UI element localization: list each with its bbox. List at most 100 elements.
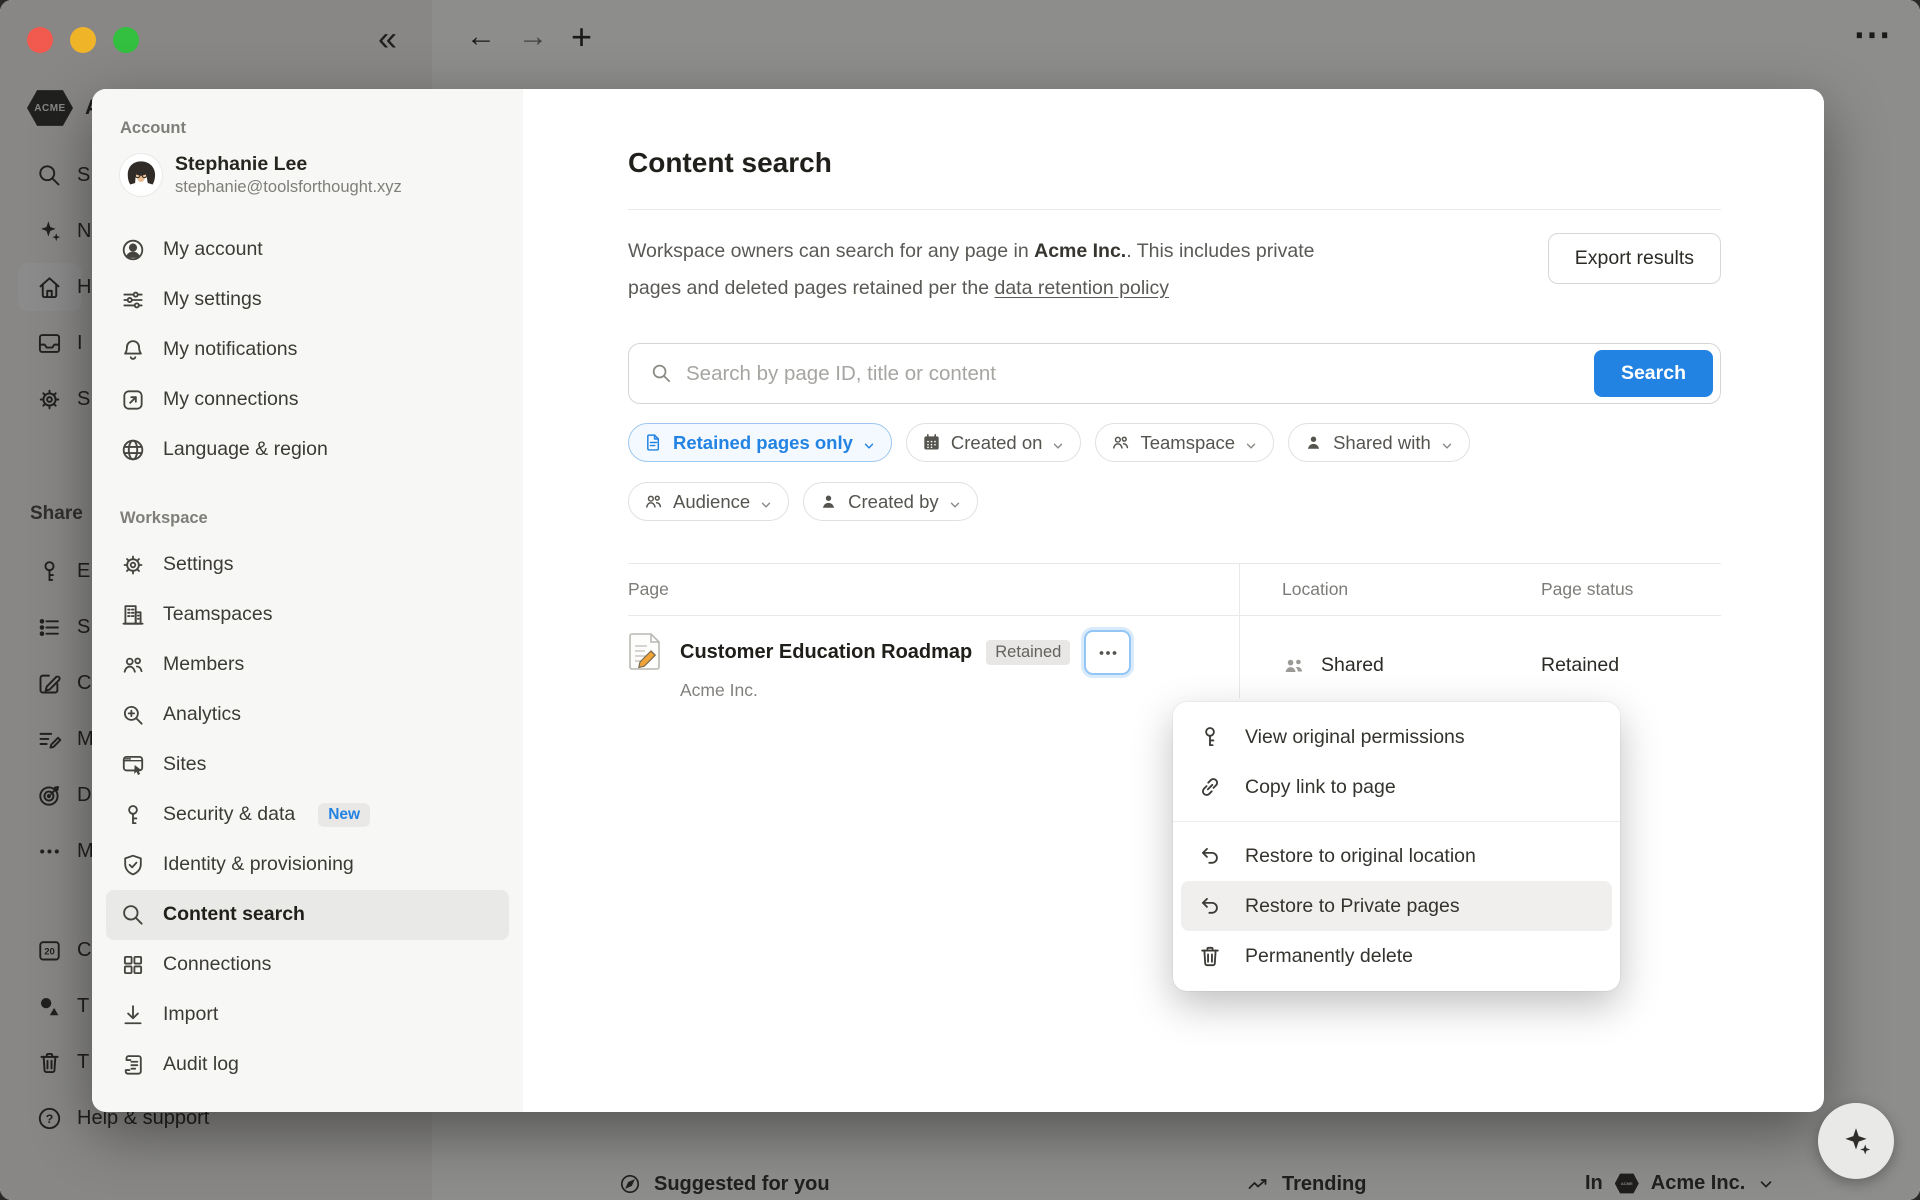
nav-item-sites[interactable]: Sites bbox=[106, 740, 509, 790]
user-email: stephanie@toolsforthought.xyz bbox=[175, 176, 402, 198]
nav-item-connections[interactable]: Connections bbox=[106, 940, 509, 990]
nav-item-security-data[interactable]: Security & data New bbox=[106, 790, 509, 840]
nav-item-my-account[interactable]: My account bbox=[106, 225, 509, 275]
nav-item-import[interactable]: Import bbox=[106, 990, 509, 1040]
globe-icon bbox=[120, 437, 146, 463]
chevron-down-icon bbox=[1244, 436, 1258, 450]
nav-item-label: Language & region bbox=[163, 438, 328, 461]
page-row-title: Customer Education Roadmap bbox=[680, 641, 972, 664]
chevron-down-icon bbox=[862, 436, 876, 450]
nav-item-label: Teamspaces bbox=[163, 603, 272, 626]
chevron-down-icon bbox=[1051, 436, 1065, 450]
grid-4-icon bbox=[120, 952, 146, 978]
undo-icon bbox=[1197, 843, 1223, 869]
nav-item-content-search[interactable]: Content search bbox=[106, 890, 509, 940]
nav-item-settings[interactable]: Settings bbox=[106, 540, 509, 590]
nav-item-label: Content search bbox=[163, 903, 305, 926]
zoom-window-button[interactable] bbox=[113, 27, 139, 53]
scroll-icon bbox=[120, 1052, 146, 1078]
menu-item-label: Permanently delete bbox=[1245, 945, 1413, 968]
ai-fab-button[interactable] bbox=[1818, 1103, 1894, 1179]
retained-badge: Retained bbox=[986, 640, 1070, 665]
results-table: Page Location Page status Customer Educa… bbox=[628, 563, 1721, 715]
menu-separator bbox=[1173, 821, 1620, 822]
page-title: Content search bbox=[628, 147, 1721, 179]
menu-item-view-original-permissions[interactable]: View original permissions bbox=[1181, 712, 1612, 762]
filter-chip-teamspace[interactable]: Teamspace bbox=[1095, 423, 1274, 462]
filter-chip-label: Retained pages only bbox=[673, 432, 853, 454]
location-value: Shared bbox=[1321, 654, 1384, 677]
nav-item-my-notifications[interactable]: My notifications bbox=[106, 325, 509, 375]
dots-horizontal-icon bbox=[1096, 641, 1120, 665]
nav-item-audit-log[interactable]: Audit log bbox=[106, 1040, 509, 1090]
gear-icon bbox=[120, 552, 146, 578]
arrow-up-right-box-icon bbox=[120, 387, 146, 413]
user-name: Stephanie Lee bbox=[175, 152, 402, 176]
column-location: Location bbox=[1239, 579, 1529, 600]
menu-item-label: Restore to Private pages bbox=[1245, 895, 1460, 918]
nav-item-label: Members bbox=[163, 653, 244, 676]
menu-item-restore-private-pages[interactable]: Restore to Private pages bbox=[1181, 881, 1612, 931]
menu-item-restore-original-location[interactable]: Restore to original location bbox=[1181, 831, 1612, 881]
filter-chip-retained-pages-only[interactable]: Retained pages only bbox=[628, 423, 892, 462]
status-value: Retained bbox=[1529, 654, 1721, 677]
nav-item-label: Import bbox=[163, 1003, 218, 1026]
filter-chip-created-by[interactable]: Created by bbox=[803, 482, 978, 521]
description-text: Workspace owners can search for any page… bbox=[628, 233, 1338, 307]
nav-item-my-connections[interactable]: My connections bbox=[106, 375, 509, 425]
search-button[interactable]: Search bbox=[1594, 350, 1713, 397]
building-icon bbox=[120, 602, 146, 628]
bell-icon bbox=[120, 337, 146, 363]
nav-item-language-region[interactable]: Language & region bbox=[106, 425, 509, 475]
nav-item-teamspaces[interactable]: Teamspaces bbox=[106, 590, 509, 640]
nav-item-my-settings[interactable]: My settings bbox=[106, 275, 509, 325]
filter-chip-audience[interactable]: Audience bbox=[628, 482, 789, 521]
menu-item-copy-link-to-page[interactable]: Copy link to page bbox=[1181, 762, 1612, 812]
filter-chip-label: Audience bbox=[673, 491, 750, 513]
sliders-icon bbox=[120, 287, 146, 313]
filter-chips-row-2: Audience Created by bbox=[628, 482, 1721, 521]
table-row[interactable]: Customer Education Roadmap Retained Acme… bbox=[628, 616, 1721, 715]
link-icon bbox=[1197, 774, 1223, 800]
minimize-window-button[interactable] bbox=[70, 27, 96, 53]
nav-item-label: Audit log bbox=[163, 1053, 239, 1076]
page-document-icon bbox=[628, 632, 662, 670]
doc-file-icon bbox=[643, 432, 664, 453]
settings-nav-panel: Account Stephanie Lee stephanie@toolsfor… bbox=[92, 89, 523, 1112]
trash-icon bbox=[1197, 943, 1223, 969]
export-results-button[interactable]: Export results bbox=[1548, 233, 1721, 284]
data-retention-policy-link[interactable]: data retention policy bbox=[994, 277, 1169, 299]
row-more-button[interactable] bbox=[1084, 630, 1131, 675]
filter-chip-label: Teamspace bbox=[1140, 432, 1235, 454]
filter-chip-label: Created by bbox=[848, 491, 939, 513]
close-window-button[interactable] bbox=[27, 27, 53, 53]
chevron-down-icon bbox=[1440, 436, 1454, 450]
nav-item-members[interactable]: Members bbox=[106, 640, 509, 690]
calendar-icon bbox=[921, 432, 942, 453]
key-icon bbox=[1197, 724, 1223, 750]
filter-chip-created-on[interactable]: Created on bbox=[906, 423, 1082, 462]
new-badge: New bbox=[318, 803, 370, 827]
menu-item-label: View original permissions bbox=[1245, 726, 1465, 749]
menu-item-permanently-delete[interactable]: Permanently delete bbox=[1181, 931, 1612, 981]
nav-item-identity-provisioning[interactable]: Identity & provisioning bbox=[106, 840, 509, 890]
account-user-row[interactable]: Stephanie Lee stephanie@toolsforthought.… bbox=[106, 138, 509, 209]
search-input[interactable] bbox=[686, 362, 1581, 386]
content-search-bar: Search bbox=[628, 343, 1721, 404]
nav-item-analytics[interactable]: Analytics bbox=[106, 690, 509, 740]
account-section-header: Account bbox=[106, 119, 509, 138]
people-icon bbox=[1282, 654, 1306, 678]
nav-item-label: Security & data bbox=[163, 803, 295, 826]
magnifier-plus-icon bbox=[120, 702, 146, 728]
page-row-subtitle: Acme Inc. bbox=[680, 680, 1131, 701]
nav-item-label: My connections bbox=[163, 388, 298, 411]
avatar bbox=[120, 154, 162, 196]
menu-item-label: Restore to original location bbox=[1245, 845, 1476, 868]
undo-icon bbox=[1197, 893, 1223, 919]
person-circle-icon bbox=[120, 237, 146, 263]
filter-chip-label: Shared with bbox=[1333, 432, 1431, 454]
workspace-section-header: Workspace bbox=[106, 509, 509, 528]
person-icon bbox=[1303, 432, 1324, 453]
filter-chip-shared-with[interactable]: Shared with bbox=[1288, 423, 1470, 462]
table-header: Page Location Page status bbox=[628, 563, 1721, 616]
